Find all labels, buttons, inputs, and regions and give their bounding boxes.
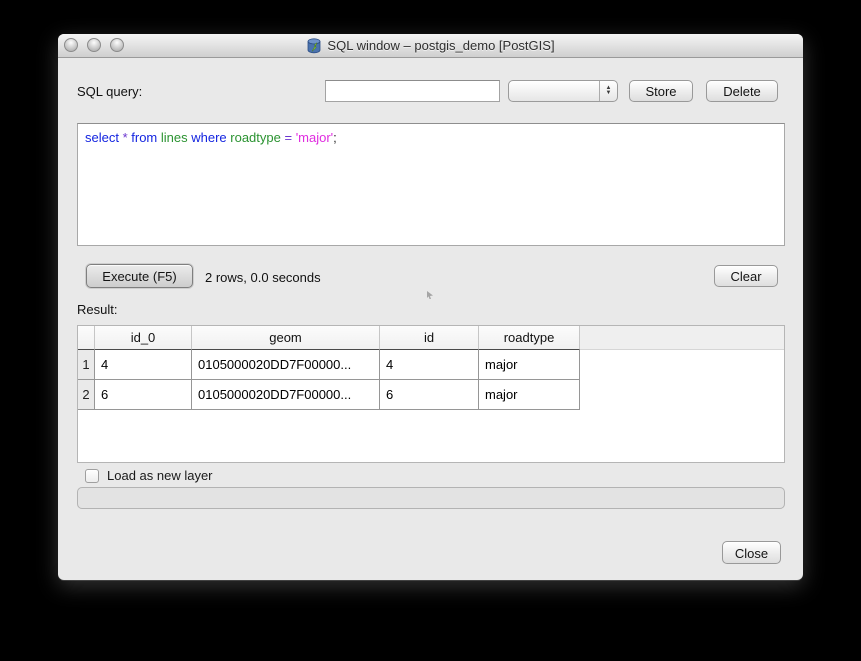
result-table[interactable]: id_0 geom id roadtype 1 4 0105000020DD7F…	[77, 325, 785, 463]
table-row[interactable]: 1 4 0105000020DD7F00000... 4 major	[78, 350, 784, 380]
table-row[interactable]: 2 6 0105000020DD7F00000... 6 major	[78, 380, 784, 410]
sql-editor[interactable]: select * from lines where roadtype = 'ma…	[77, 123, 785, 246]
cell-id[interactable]: 6	[380, 380, 479, 410]
cell-id[interactable]: 4	[380, 350, 479, 380]
mouse-cursor	[426, 291, 434, 299]
layer-name-input-disabled	[77, 487, 785, 509]
titlebar[interactable]: SQL window – postgis_demo [PostGIS]	[58, 34, 803, 58]
load-layer-checkbox[interactable]	[85, 469, 99, 483]
cell-id_0[interactable]: 6	[95, 380, 192, 410]
sql-token-keyword: select	[85, 130, 123, 145]
close-button[interactable]: Close	[722, 541, 781, 564]
query-name-input[interactable]	[325, 80, 500, 102]
load-layer-option[interactable]: Load as new layer	[85, 468, 213, 483]
row-number-cell: 2	[78, 380, 95, 410]
sql-token-keyword: from	[131, 130, 161, 145]
header-id[interactable]: id	[380, 326, 479, 350]
delete-button[interactable]: Delete	[706, 80, 778, 102]
clear-button[interactable]: Clear	[714, 265, 778, 287]
title-group: SQL window – postgis_demo [PostGIS]	[58, 34, 803, 57]
row-filler	[580, 350, 784, 380]
sql-token-operator: =	[284, 130, 295, 145]
result-label: Result:	[77, 302, 117, 317]
cell-geom[interactable]: 0105000020DD7F00000...	[192, 350, 380, 380]
result-table-header: id_0 geom id roadtype	[78, 326, 784, 350]
sql-statement: select * from lines where roadtype = 'ma…	[85, 130, 337, 160]
screenshot-stage: SQL window – postgis_demo [PostGIS] SQL …	[0, 0, 861, 661]
header-geom[interactable]: geom	[192, 326, 380, 350]
execute-button[interactable]: Execute (F5)	[86, 264, 193, 288]
load-layer-label: Load as new layer	[107, 468, 213, 483]
sql-token-identifier: roadtype	[230, 130, 284, 145]
stored-query-dropdown[interactable]: ▲▼	[508, 80, 618, 102]
sql-query-label: SQL query:	[77, 84, 142, 99]
header-id_0[interactable]: id_0	[95, 326, 192, 350]
sql-token-string: 'major'	[296, 130, 333, 145]
cell-geom[interactable]: 0105000020DD7F00000...	[192, 380, 380, 410]
sql-token-identifier: lines	[161, 130, 191, 145]
dropdown-stepper-icon: ▲▼	[599, 81, 617, 101]
row-filler	[580, 380, 784, 410]
cell-roadtype[interactable]: major	[479, 350, 580, 380]
store-button[interactable]: Store	[629, 80, 693, 102]
header-row-number	[78, 326, 95, 350]
window-title: SQL window – postgis_demo [PostGIS]	[327, 38, 554, 53]
cell-id_0[interactable]: 4	[95, 350, 192, 380]
cell-roadtype[interactable]: major	[479, 380, 580, 410]
sql-token-punct: ;	[333, 130, 337, 145]
header-roadtype[interactable]: roadtype	[479, 326, 580, 350]
header-filler	[580, 326, 784, 350]
sql-token-keyword: where	[191, 130, 230, 145]
postgis-database-icon	[306, 38, 322, 54]
sql-window-dialog: SQL window – postgis_demo [PostGIS] SQL …	[58, 34, 803, 580]
row-number-cell: 1	[78, 350, 95, 380]
sql-token-operator: *	[123, 130, 132, 145]
query-status-text: 2 rows, 0.0 seconds	[205, 270, 321, 285]
